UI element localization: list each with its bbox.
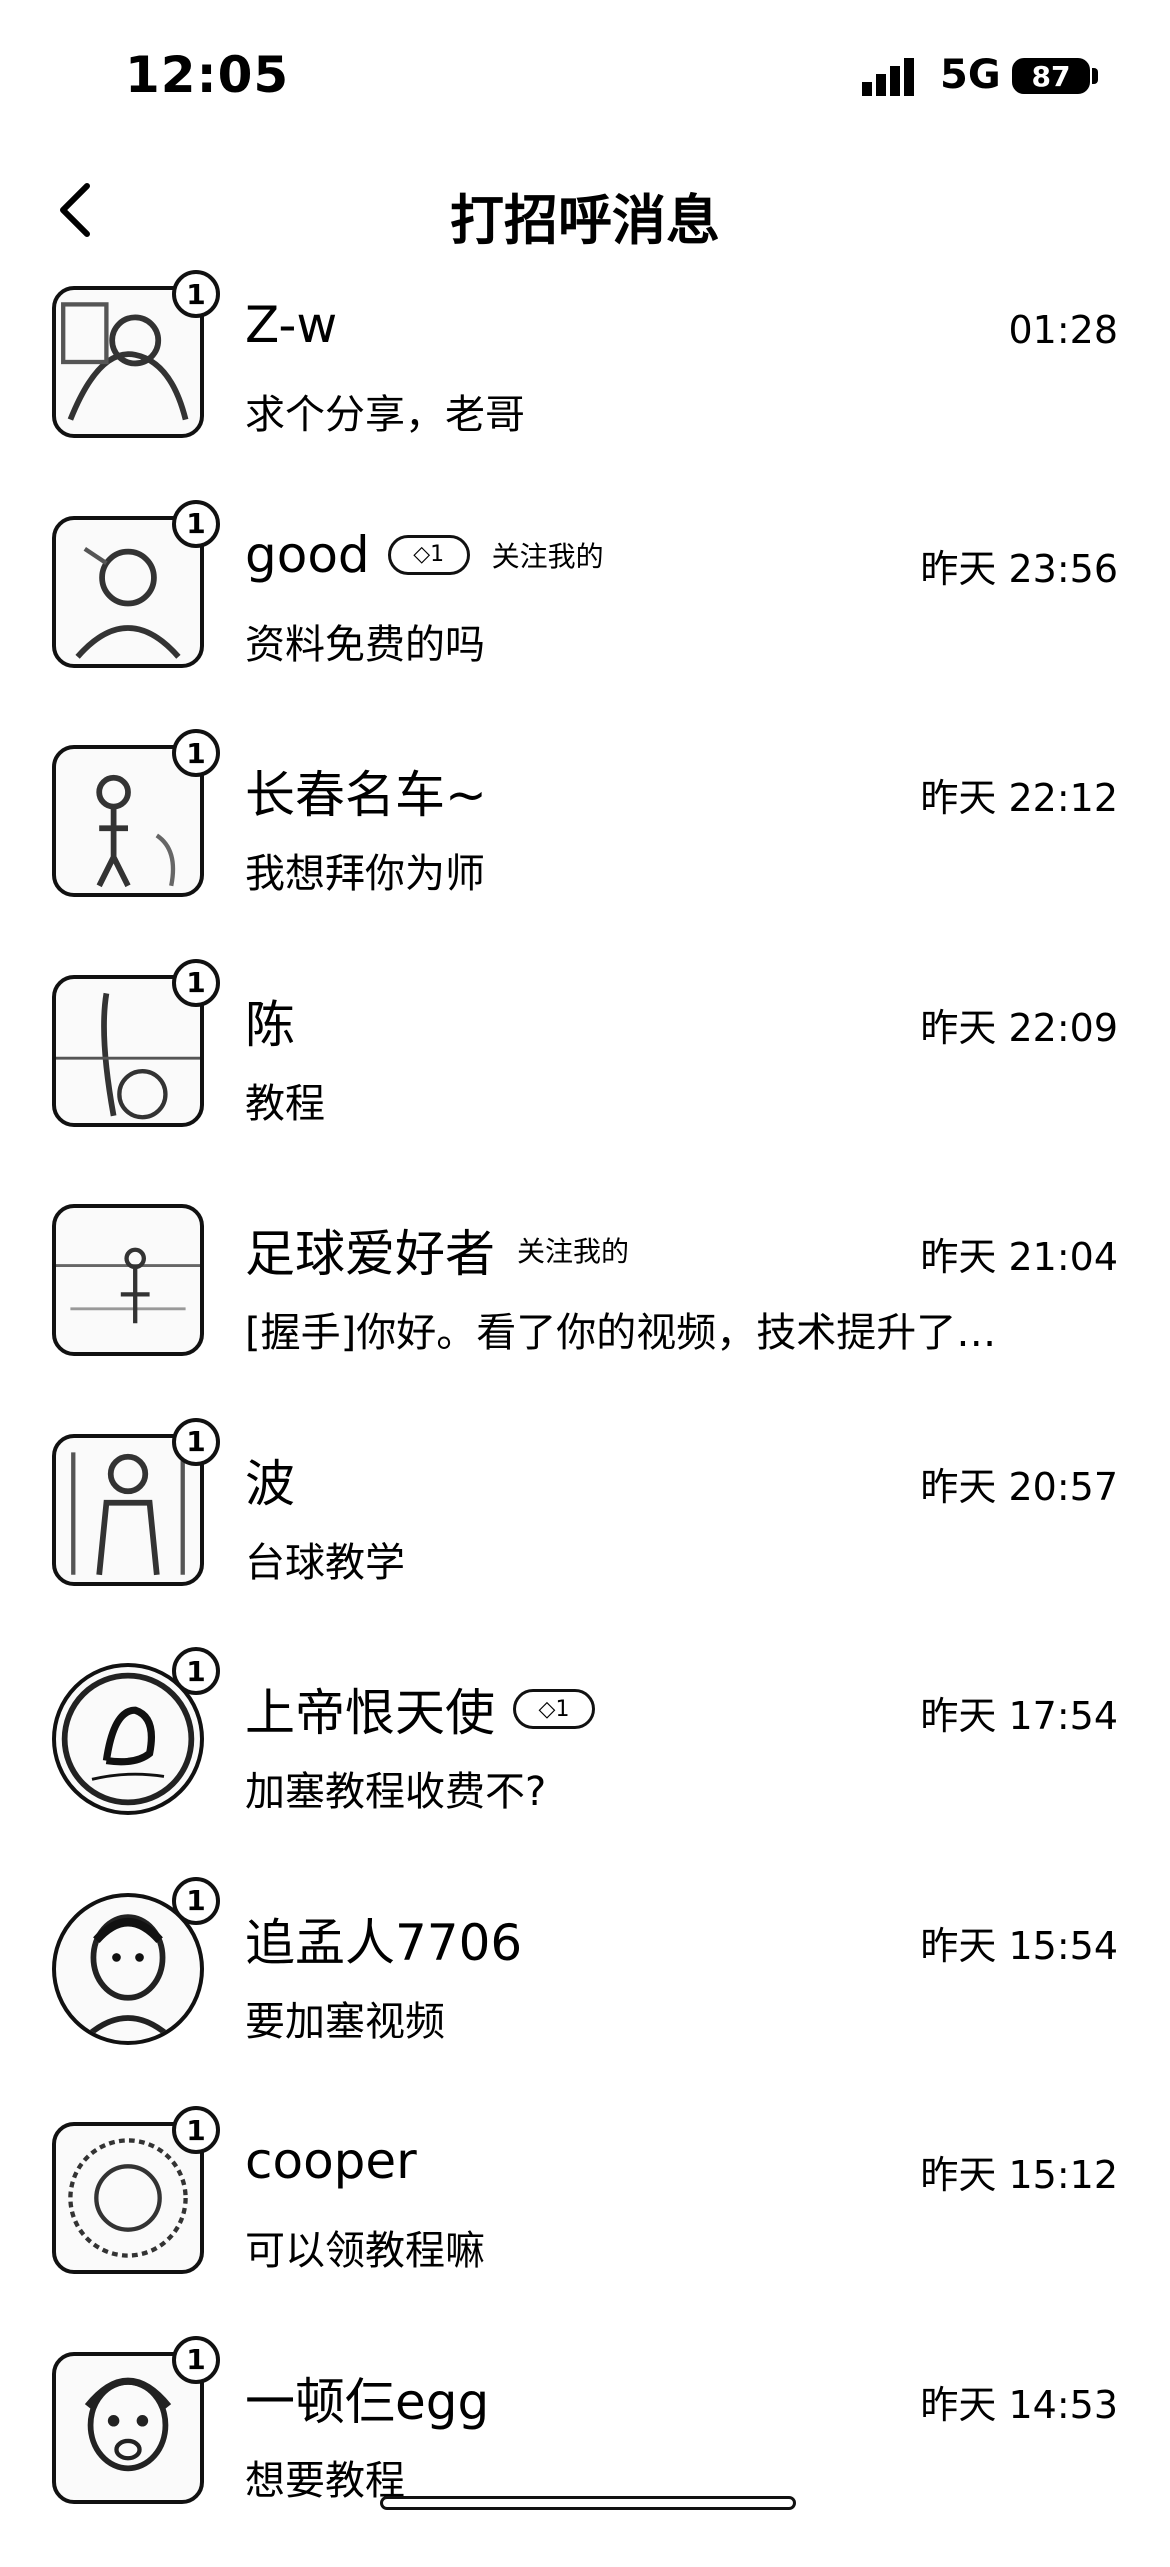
- message-time: 01:28: [1008, 308, 1118, 352]
- unread-badge: 1: [172, 2336, 220, 2384]
- conversation-row[interactable]: 1 一顿仨egg 昨天 14:53 想要教程: [0, 2338, 1170, 2567]
- name-text: good: [245, 526, 370, 584]
- unread-badge: 1: [172, 500, 220, 548]
- contact-name: Z-w: [245, 296, 337, 354]
- contact-name: cooper: [245, 2132, 417, 2190]
- conversation-row[interactable]: 1 上帝恨天使 ◇1 昨天 17:54 加塞教程收费不?: [0, 1649, 1170, 1879]
- message-time: 昨天 14:53: [920, 2374, 1118, 2429]
- message-preview: 要加塞视频: [245, 1989, 445, 2047]
- message-preview: 想要教程: [245, 2448, 405, 2506]
- conversation-row[interactable]: 足球爱好者 关注我的 昨天 21:04 [握手]你好。看了你的视频，技术提升了…: [0, 1190, 1170, 1420]
- message-preview: 求个分享，老哥: [245, 382, 525, 440]
- message-preview: 教程: [245, 1071, 325, 1129]
- message-preview: 我想拜你为师: [245, 841, 485, 899]
- message-time: 昨天 17:54: [920, 1685, 1118, 1740]
- unread-badge: 1: [172, 729, 220, 777]
- unread-badge: 1: [172, 1418, 220, 1466]
- contact-name: 追孟人7706: [245, 1903, 522, 1975]
- message-time: 昨天 22:12: [920, 767, 1118, 822]
- avatar: [52, 1204, 204, 1356]
- message-preview: 资料免费的吗: [245, 612, 485, 670]
- name-text: 追孟人7706: [245, 1903, 522, 1975]
- contact-name: 一顿仨egg: [245, 2362, 489, 2434]
- conversation-row[interactable]: 1 长春名车~ 昨天 22:12 我想拜你为师: [0, 731, 1170, 961]
- message-preview: [握手]你好。看了你的视频，技术提升了…: [245, 1300, 996, 1358]
- conversation-row[interactable]: 1 cooper 昨天 15:12 可以领教程嘛: [0, 2108, 1170, 2338]
- conversation-row[interactable]: 1 追孟人7706 昨天 15:54 要加塞视频: [0, 1879, 1170, 2109]
- page-title: 打招呼消息: [0, 176, 1170, 255]
- status-bar: 12:05 5G 87: [0, 0, 1170, 150]
- unread-badge: 1: [172, 1647, 220, 1695]
- conversation-row[interactable]: 1 good ◇1 关注我的 昨天 23:56 资料免费的吗: [0, 502, 1170, 732]
- contact-name: 长春名车~: [245, 755, 487, 827]
- unread-badge: 1: [172, 959, 220, 1007]
- unread-badge: 1: [172, 1877, 220, 1925]
- follows-me-tag: 关注我的: [492, 535, 604, 575]
- status-time: 12:05: [125, 46, 289, 104]
- message-preview: 可以领教程嘛: [245, 2218, 485, 2276]
- contact-name: 上帝恨天使 ◇1: [245, 1673, 595, 1745]
- name-text: cooper: [245, 2132, 417, 2190]
- name-text: 上帝恨天使: [245, 1673, 495, 1745]
- message-time: 昨天 15:12: [920, 2144, 1118, 2199]
- message-preview: 台球教学: [245, 1530, 405, 1588]
- network-type: 5G: [940, 52, 1001, 98]
- battery-icon: 87: [1012, 58, 1090, 94]
- contact-name: 陈: [245, 985, 295, 1057]
- battery-tip: [1092, 68, 1098, 84]
- message-time: 昨天 21:04: [920, 1226, 1118, 1281]
- conversation-list: 1 Z-w 01:28 求个分享，老哥 1 good ◇1 关注我的 昨天 23…: [0, 272, 1170, 2567]
- contact-name: 波: [245, 1444, 295, 1516]
- message-preview: 加塞教程收费不?: [245, 1759, 546, 1817]
- conversation-row[interactable]: 1 波 昨天 20:57 台球教学: [0, 1420, 1170, 1650]
- home-indicator[interactable]: [380, 2496, 796, 2510]
- level-pill: ◇1: [388, 535, 470, 575]
- level-pill: ◇1: [513, 1689, 595, 1729]
- conversation-row[interactable]: 1 陈 昨天 22:09 教程: [0, 961, 1170, 1191]
- unread-badge: 1: [172, 2106, 220, 2154]
- name-text: 长春名车~: [245, 755, 487, 827]
- signal-icon: [860, 58, 920, 98]
- nav-bar: 打招呼消息: [0, 150, 1170, 270]
- name-text: Z-w: [245, 296, 337, 354]
- name-text: 波: [245, 1444, 295, 1516]
- name-text: 陈: [245, 985, 295, 1057]
- message-time: 昨天 23:56: [920, 538, 1118, 593]
- contact-name: good ◇1 关注我的: [245, 526, 604, 584]
- follows-me-tag: 关注我的: [517, 1230, 629, 1270]
- contact-name: 足球爱好者 关注我的: [245, 1214, 629, 1286]
- unread-badge: 1: [172, 270, 220, 318]
- conversation-row[interactable]: 1 Z-w 01:28 求个分享，老哥: [0, 272, 1170, 502]
- message-time: 昨天 20:57: [920, 1456, 1118, 1511]
- message-time: 昨天 22:09: [920, 997, 1118, 1052]
- name-text: 一顿仨egg: [245, 2362, 489, 2434]
- name-text: 足球爱好者: [245, 1214, 495, 1286]
- battery-level: 87: [1032, 60, 1071, 93]
- message-time: 昨天 15:54: [920, 1915, 1118, 1970]
